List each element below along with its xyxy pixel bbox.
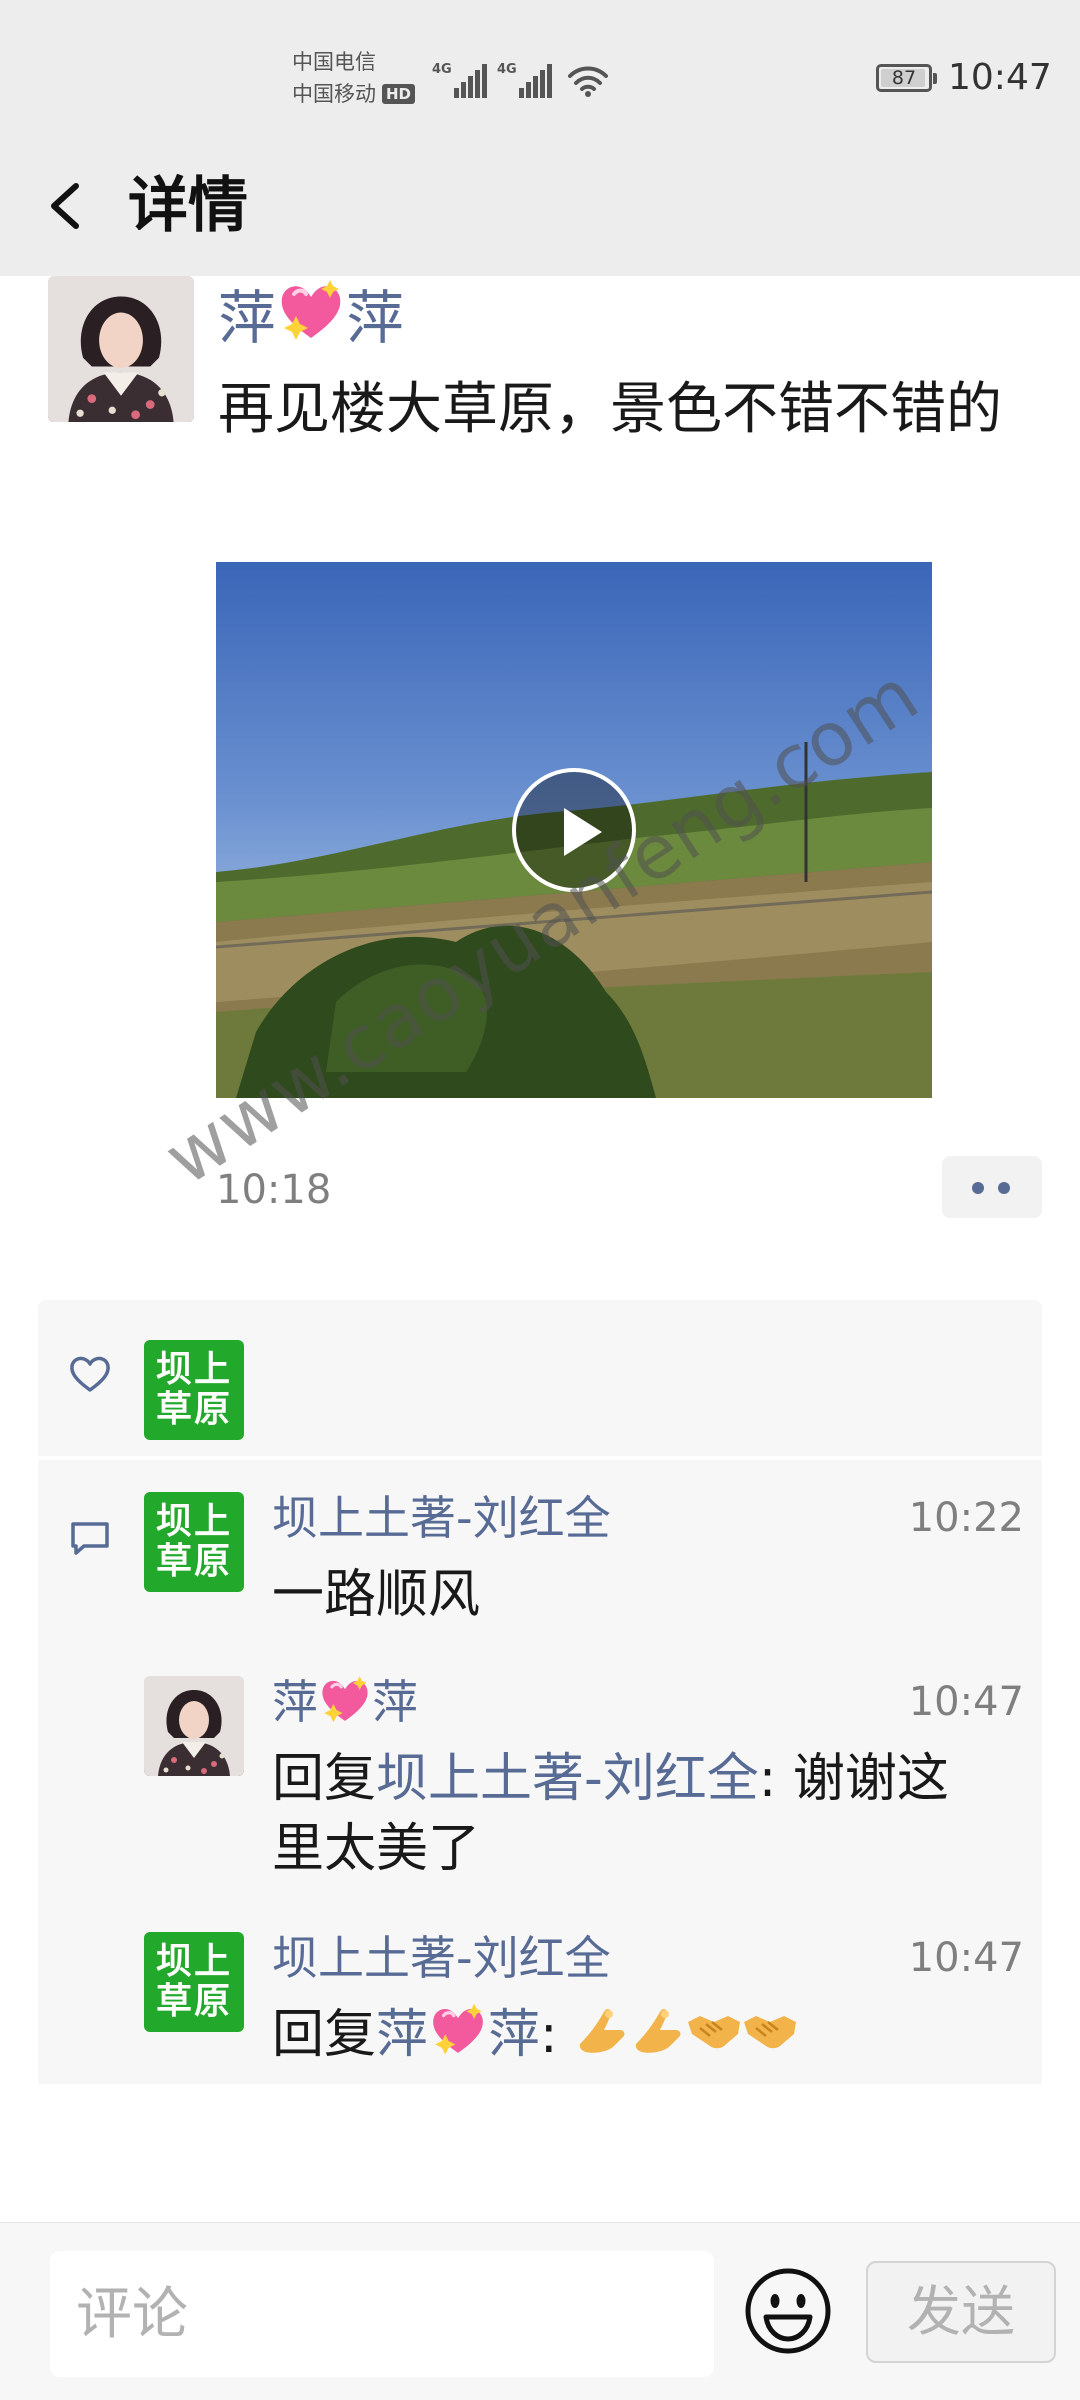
- back-arrow-icon[interactable]: [36, 164, 100, 248]
- video-play-icon[interactable]: [512, 768, 636, 892]
- carrier-name-1: 中国电信: [292, 50, 376, 74]
- logo-text-line-2: 草原: [155, 1389, 232, 1430]
- logo-text-line-1: 坝上: [155, 1501, 232, 1542]
- comment-bubble-icon: [71, 1522, 109, 1555]
- comment-time: 10:22: [908, 1495, 1024, 1541]
- comments-panel: 坝上 草原 坝上土著-刘红全 10:22 一路顺风 萍萍 10:47 回复坝上土…: [38, 1460, 1042, 2084]
- reply-prefix: 回复: [272, 2005, 377, 2065]
- status-bar: 中国电信 中国移动 HD 4G 4G 87 10:47: [0, 0, 1080, 140]
- carrier-info: 中国电信 中国移动 HD: [292, 46, 416, 110]
- signal-indicators: 4G 4G: [432, 58, 608, 98]
- carrier-row-1: 中国电信: [292, 46, 415, 78]
- wifi-icon: [568, 66, 608, 97]
- screen: 中国电信 中国移动 HD 4G 4G 87 10:47 详情 萍 萍 再见楼大草…: [0, 0, 1080, 2400]
- emoji-smiley-icon[interactable]: [742, 2265, 834, 2357]
- commenter-name[interactable]: 萍萍: [272, 1670, 418, 1734]
- reply-emojis: [574, 2005, 798, 2065]
- commenter-name[interactable]: 坝上土著-刘红全: [272, 1926, 611, 1990]
- commenter-avatar[interactable]: [144, 1676, 244, 1776]
- post-text: 再见楼大草原，景色不错不错的: [218, 377, 1002, 442]
- handshake-icon: [742, 2000, 798, 2056]
- signal-icon-2: 4G: [497, 58, 552, 98]
- network-type-2: 4G: [497, 62, 517, 77]
- status-clock: 10:47: [948, 57, 1052, 98]
- post-video[interactable]: [216, 562, 932, 1098]
- commenter-name[interactable]: 坝上土著-刘红全: [272, 1486, 611, 1550]
- comment-text: 一路顺风: [272, 1565, 481, 1625]
- reply-target-part1: 萍: [376, 2005, 429, 2065]
- commenter-name-part1: 萍: [272, 1675, 318, 1729]
- post-time: 10:18: [216, 1167, 332, 1213]
- carrier-name-2: 中国移动: [292, 82, 376, 106]
- reply-target-part2: 萍: [488, 2005, 541, 2065]
- comment-text: 回复萍 萍:: [272, 2000, 982, 2070]
- hd-badge: HD: [382, 84, 416, 104]
- logo-text-line-2: 草原: [155, 1541, 232, 1582]
- more-actions-button[interactable]: [942, 1156, 1042, 1218]
- comment-time: 10:47: [908, 1935, 1024, 1981]
- reply-target-name[interactable]: 坝上土著-刘红全: [376, 1749, 759, 1809]
- carrier-row-2: 中国移动 HD: [292, 78, 416, 110]
- commenter-avatar[interactable]: 坝上 草原: [144, 1932, 244, 2032]
- sparkling-heart-icon: [276, 278, 346, 344]
- logo-text-line-1: 坝上: [155, 1349, 232, 1390]
- logo-text-line-2: 草原: [155, 1981, 232, 2022]
- send-button[interactable]: 发送: [866, 2261, 1056, 2363]
- nav-bar: 详情: [0, 140, 1080, 276]
- comment-item[interactable]: 坝上 草原 坝上土著-刘红全 10:22 一路顺风: [144, 1491, 1024, 1632]
- page-title: 详情: [128, 171, 248, 241]
- author-name-part1: 萍: [218, 284, 277, 352]
- comment-text: 回复坝上土著-刘红全: 谢谢这里太美了: [272, 1744, 982, 1884]
- reply-target-name[interactable]: 萍萍: [376, 2005, 540, 2065]
- reply-separator: :: [540, 2005, 575, 2065]
- ok-hand-icon: [630, 2000, 686, 2056]
- battery-icon: 87: [876, 64, 937, 92]
- reply-prefix: 回复: [272, 1749, 377, 1809]
- commenter-avatar[interactable]: 坝上 草原: [144, 1492, 244, 1592]
- ok-hand-icon: [574, 2000, 630, 2056]
- comment-input[interactable]: [50, 2251, 714, 2377]
- handshake-icon: [686, 2000, 742, 2056]
- sparkling-heart-icon: [318, 1674, 372, 1726]
- likes-panel: 坝上 草原: [38, 1300, 1042, 1456]
- comment-bar: 发送: [0, 2222, 1080, 2400]
- network-type-1: 4G: [432, 62, 452, 77]
- liker-avatar[interactable]: 坝上 草原: [144, 1340, 244, 1440]
- author-photo-icon: [48, 276, 194, 422]
- comment-item[interactable]: 萍萍 10:47 回复坝上土著-刘红全: 谢谢这里太美了: [144, 1676, 1024, 1896]
- logo-text-line-1: 坝上: [155, 1941, 232, 1982]
- commenter-name-part2: 萍: [372, 1675, 418, 1729]
- comment-item[interactable]: 坝上 草原 坝上土著-刘红全 10:47 回复萍 萍:: [144, 1931, 1024, 2072]
- heart-icon: [70, 1356, 110, 1392]
- signal-icon-1: 4G: [432, 58, 487, 98]
- author-photo-icon: [144, 1676, 244, 1776]
- comment-time: 10:47: [908, 1679, 1024, 1725]
- sparkling-heart-icon: [428, 2002, 488, 2058]
- post-author-avatar[interactable]: [48, 276, 194, 422]
- author-name-part2: 萍: [346, 284, 405, 352]
- battery-percent: 87: [891, 67, 917, 89]
- post-author-name[interactable]: 萍萍: [218, 278, 404, 356]
